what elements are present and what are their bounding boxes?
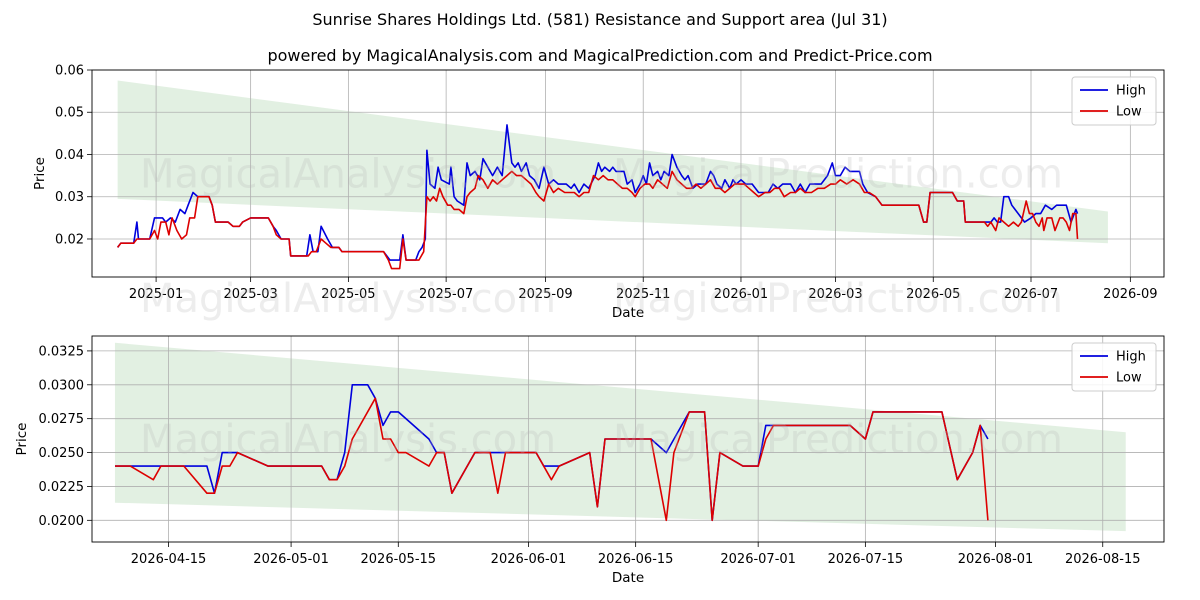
y-tick-label: 0.04 — [55, 148, 84, 163]
x-tick-label: 2026-08-15 — [1065, 552, 1141, 567]
charts-canvas: 2025-01 2025-03 2025-05 2025-07 2025-09 2025-… — [14, 64, 1165, 586]
y-tick-label: 0.0325 — [39, 344, 85, 359]
x-tick-label: 2026-05-15 — [361, 552, 437, 567]
x-tick-label: 2026-04-15 — [131, 552, 207, 567]
y-axis-label: Price — [32, 157, 48, 190]
legend: High Low — [1071, 76, 1157, 126]
x-tick-label: 2026-06-15 — [598, 552, 674, 567]
legend-label-low: Low — [1116, 371, 1142, 386]
x-tick-label: 2026-05-01 — [253, 552, 329, 567]
y-tick-label: 0.0275 — [39, 412, 85, 427]
x-tick-label: 2026-09 — [1103, 287, 1157, 302]
legend: High Low — [1071, 342, 1157, 392]
x-tick-label: 2026-08-01 — [958, 552, 1034, 567]
y-tick-label: 0.0250 — [39, 446, 85, 461]
x-tick-label: 2026-06-01 — [491, 552, 567, 567]
watermark-text: MagicalAnalysis.com — [140, 417, 556, 463]
y-tick-label: 0.03 — [55, 190, 84, 205]
x-axis-label: Date — [612, 570, 644, 586]
x-tick-label: 2026-07-15 — [828, 552, 904, 567]
y-tick-label: 0.0300 — [39, 378, 85, 393]
y-tick-label: 0.0200 — [39, 514, 85, 529]
watermark-text: MagicalPrediction.com — [613, 417, 1063, 463]
watermark-text: MagicalPrediction.com — [613, 276, 1063, 322]
legend-label-high: High — [1116, 350, 1146, 365]
y-tick-label: 0.05 — [55, 106, 84, 121]
y-tick-label: 0.06 — [55, 64, 84, 79]
watermark-text: MagicalAnalysis.com — [140, 152, 556, 198]
legend-label-low: Low — [1116, 105, 1142, 120]
y-axis-label: Price — [14, 423, 30, 456]
x-tick-label: 2026-07-01 — [720, 552, 796, 567]
y-tick-label: 0.0225 — [39, 480, 85, 495]
watermark-text: MagicalPrediction.com — [613, 152, 1063, 198]
watermark-text: MagicalAnalysis.com — [140, 276, 556, 322]
legend-label-high: High — [1116, 84, 1146, 99]
chart-panel-2: 2026-04-15 2026-05-01 2026-05-15 2026-06-01… — [14, 335, 1165, 586]
y-tick-label: 0.02 — [55, 232, 84, 247]
